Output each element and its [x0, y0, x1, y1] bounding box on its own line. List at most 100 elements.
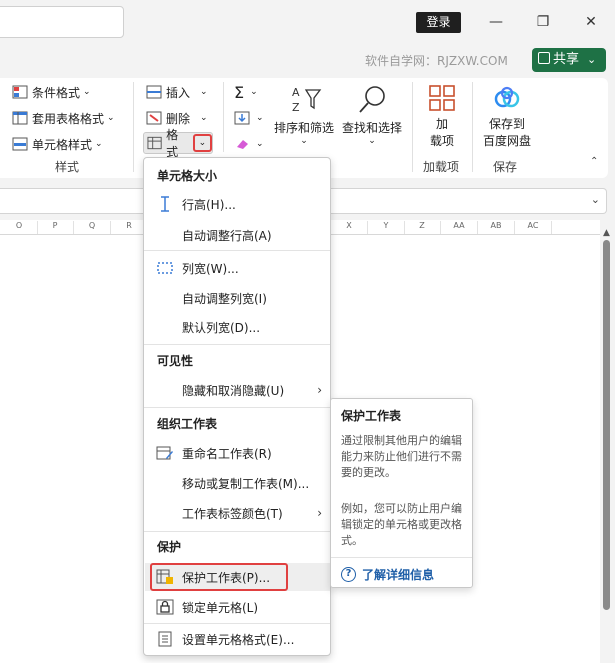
ribbon-divider	[223, 82, 224, 152]
close-button[interactable]: ✕	[576, 10, 606, 34]
column-header[interactable]: AA	[441, 221, 478, 234]
menu-item-default-width[interactable]: 默认列宽(D)...	[145, 313, 330, 341]
menu-item-protect-sheet[interactable]: 保护工作表(P)...	[145, 563, 330, 591]
section-cell-size: 单元格大小	[157, 169, 218, 183]
delete-button[interactable]: 删除 ⌄	[146, 108, 208, 128]
scroll-up-icon[interactable]: ▲	[603, 228, 610, 238]
addins-group-label: 加载项	[423, 160, 460, 174]
col-width-icon	[157, 262, 173, 274]
find-select-label: 查找和选择	[341, 121, 402, 135]
move-copy-label: 移动或复制工作表(M)...	[182, 476, 310, 491]
column-header[interactable]: Q	[74, 221, 111, 234]
insert-label: 插入	[166, 85, 191, 100]
menu-item-move-copy[interactable]: 移动或复制工作表(M)...	[145, 469, 330, 497]
column-header[interactable]: O	[1, 221, 38, 234]
column-header[interactable]: X	[331, 221, 368, 234]
format-cells-label: 设置单元格格式(E)...	[182, 632, 295, 647]
watermark-text: 软件自学网：RJZXW.COM	[365, 54, 508, 68]
find-select-button[interactable]: 查找和选择 ⌄	[340, 84, 404, 146]
conditional-format-button[interactable]: 条件格式 ⌄	[12, 82, 91, 102]
row-height-icon	[161, 196, 169, 212]
section-organize: 组织工作表	[157, 417, 218, 431]
tooltip-title: 保护工作表	[341, 409, 402, 423]
addins-button[interactable]: 加 载项	[420, 84, 464, 149]
share-button[interactable]: 共享 ⌄	[532, 48, 606, 72]
fill-button[interactable]: ⌄	[234, 108, 264, 128]
cell-styles-button[interactable]: 单元格样式 ⌄	[12, 134, 103, 154]
chevron-down-icon: ⌄	[107, 113, 115, 123]
protect-sheet-label: 保护工作表(P)...	[182, 570, 271, 585]
ribbon-divider	[412, 82, 413, 172]
fill-down-icon	[234, 111, 250, 125]
menu-item-col-width[interactable]: 列宽(W)...	[145, 254, 330, 282]
learn-more-link[interactable]: ? 了解详细信息	[341, 566, 434, 583]
delete-label: 删除	[166, 111, 191, 126]
ribbon-divider	[472, 82, 473, 172]
addins-label-line1: 加	[435, 117, 448, 131]
menu-item-tab-color[interactable]: 工作表标签颜色(T) ›	[145, 499, 330, 527]
svg-text:Z: Z	[292, 101, 300, 114]
chevron-down-icon: ⌄	[256, 113, 264, 123]
menu-item-autofit-col[interactable]: 自动调整列宽(I)	[145, 284, 330, 312]
login-button[interactable]: 登录	[416, 12, 461, 33]
format-dropdown-menu: 单元格大小 行高(H)... 自动调整行高(A) 列宽(W)... 自动调整列宽…	[143, 157, 331, 656]
chevron-down-icon: ⌄	[256, 139, 264, 149]
menu-item-autofit-row[interactable]: 自动调整行高(A)	[145, 221, 330, 249]
restore-button[interactable]: ❐	[528, 10, 558, 34]
menu-item-row-height[interactable]: 行高(H)...	[145, 190, 330, 218]
chevron-down-icon: ⌄	[300, 136, 308, 146]
chevron-down-icon: ⌄	[95, 139, 103, 149]
help-icon: ?	[341, 567, 356, 582]
format-dropdown-chevron-icon[interactable]: ⌄	[192, 134, 212, 152]
protect-sheet-icon	[156, 569, 173, 584]
section-visibility: 可见性	[157, 354, 194, 368]
ribbon-divider	[133, 82, 134, 172]
table-format-button[interactable]: 套用表格格式 ⌄	[12, 108, 115, 128]
save-label-line1: 保存到	[488, 117, 525, 131]
menu-item-format-cells[interactable]: 设置单元格格式(E)...	[145, 625, 330, 653]
protect-sheet-tooltip: 保护工作表 通过限制其他用户的编辑能力来防止他们进行不需要的更改。 例如，您可以…	[330, 398, 473, 588]
scrollbar-thumb[interactable]	[603, 240, 610, 610]
addins-label-line2: 载项	[429, 134, 454, 148]
column-header[interactable]: Z	[404, 221, 441, 234]
menu-item-rename-sheet[interactable]: 重命名工作表(R)	[145, 439, 330, 467]
column-header[interactable]: P	[37, 221, 74, 234]
sort-filter-icon: AZ	[292, 86, 322, 114]
tab-color-label: 工作表标签颜色(T)	[182, 506, 283, 521]
tooltip-divider	[331, 557, 472, 558]
expand-formula-bar-icon[interactable]: ⌄	[591, 193, 600, 206]
tooltip-example: 例如，您可以防止用户编辑锁定的单元格或更改格式。	[341, 502, 462, 547]
column-header[interactable]: AC	[515, 221, 552, 234]
minimize-button[interactable]: —	[481, 10, 511, 34]
column-header[interactable]: Y	[368, 221, 405, 234]
chevron-down-icon: ⌄	[83, 87, 91, 97]
format-icon	[147, 136, 162, 150]
insert-button[interactable]: 插入 ⌄	[146, 82, 208, 102]
cell-styles-label: 单元格样式	[32, 137, 93, 152]
chevron-down-icon: ⌄	[250, 87, 258, 97]
chevron-down-icon: ⌄	[200, 113, 208, 123]
section-protect: 保护	[157, 540, 182, 554]
menu-divider	[144, 531, 330, 532]
column-header[interactable]: AB	[478, 221, 515, 234]
save-to-baidu-button[interactable]: 保存到 百度网盘	[478, 84, 536, 149]
menu-item-lock-cell[interactable]: 锁定单元格(L)	[145, 593, 330, 621]
default-width-label: 默认列宽(D)...	[182, 320, 261, 335]
save-label-line2: 百度网盘	[482, 134, 531, 148]
menu-item-hide-unhide[interactable]: 隐藏和取消隐藏(U) ›	[145, 376, 330, 404]
table-format-icon	[12, 111, 28, 125]
autofit-row-label: 自动调整行高(A)	[182, 228, 272, 243]
collapse-ribbon-icon[interactable]: ⌃	[590, 156, 598, 167]
rename-sheet-label: 重命名工作表(R)	[182, 446, 272, 461]
clear-button[interactable]: ⌄	[234, 134, 264, 154]
autofit-col-label: 自动调整列宽(I)	[182, 291, 267, 306]
chevron-down-icon: ⌄	[368, 136, 376, 146]
search-box[interactable]	[0, 6, 124, 38]
sort-filter-label: 排序和筛选	[274, 121, 335, 135]
sort-filter-button[interactable]: AZ 排序和筛选 ⌄	[274, 84, 334, 146]
chevron-down-icon: ⌄	[200, 87, 208, 97]
autosum-button[interactable]: Σ ⌄	[234, 82, 258, 102]
conditional-format-label: 条件格式	[32, 85, 81, 100]
format-label: 格式	[166, 128, 179, 159]
format-button[interactable]: 格式 ⌄	[143, 128, 213, 159]
